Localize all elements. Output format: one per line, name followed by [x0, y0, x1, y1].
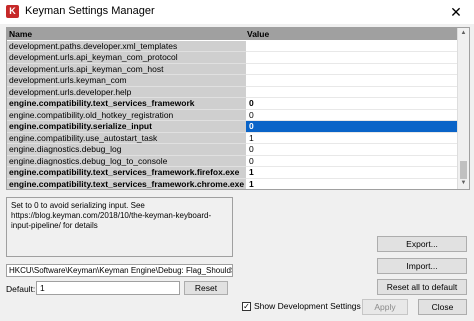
setting-value[interactable]: 0	[245, 109, 457, 121]
title-bar: K Keyman Settings Manager ✕	[0, 0, 474, 24]
grid-row[interactable]: engine.diagnostics.debug_log_to_console 0	[7, 155, 457, 167]
registry-path-field[interactable]: HKCU\Software\Keyman\Keyman Engine\Debug…	[6, 264, 233, 277]
setting-name[interactable]: development.urls.api_keyman_com_host	[7, 63, 245, 75]
setting-value[interactable]: 1	[245, 167, 457, 179]
setting-name[interactable]: engine.compatibility.old_hotkey_registra…	[7, 109, 245, 121]
grid-scrollbar[interactable]: ▲ ▼	[457, 28, 469, 189]
setting-value[interactable]	[245, 86, 457, 98]
grid-row[interactable]: engine.diagnostics.debug_log 0	[7, 144, 457, 156]
apply-button[interactable]: Apply	[362, 299, 408, 315]
grid-row[interactable]: engine.compatibility.serialize_input 0	[7, 121, 457, 133]
grid-row[interactable]: engine.compatibility.text_services_frame…	[7, 98, 457, 110]
grid-row[interactable]: engine.compatibility.text_services_frame…	[7, 167, 457, 179]
setting-name[interactable]: development.urls.keyman_com	[7, 75, 245, 87]
setting-value[interactable]	[245, 63, 457, 75]
window-title: Keyman Settings Manager	[25, 5, 155, 17]
grid-row[interactable]: development.urls.keyman_com	[7, 75, 457, 87]
show-development-checkbox[interactable]: ✓	[242, 302, 251, 311]
grid-row[interactable]: engine.compatibility.text_services_frame…	[7, 178, 457, 189]
setting-value[interactable]: 0	[245, 155, 457, 167]
setting-name[interactable]: engine.diagnostics.debug_log	[7, 144, 245, 156]
setting-value[interactable]: 1	[245, 132, 457, 144]
export-button[interactable]: Export...	[377, 236, 467, 252]
setting-value[interactable]: 0	[245, 144, 457, 156]
setting-name[interactable]: engine.compatibility.serialize_input	[7, 121, 245, 133]
setting-name[interactable]: engine.compatibility.use_autostart_task	[7, 132, 245, 144]
default-value-field[interactable]: 1	[36, 281, 180, 295]
column-header-name[interactable]: Name	[9, 29, 32, 39]
setting-value[interactable]: 0	[245, 98, 457, 110]
setting-name[interactable]: engine.compatibility.text_services_frame…	[7, 167, 245, 179]
reset-all-button[interactable]: Reset all to default	[377, 279, 467, 295]
reset-button[interactable]: Reset	[184, 281, 228, 295]
scroll-up-icon[interactable]: ▲	[458, 28, 469, 39]
grid-row[interactable]: engine.compatibility.old_hotkey_registra…	[7, 109, 457, 121]
setting-description: Set to 0 to avoid serializing input. See…	[6, 197, 233, 257]
setting-name[interactable]: development.urls.api_keyman_com_protocol	[7, 52, 245, 64]
setting-name[interactable]: engine.diagnostics.debug_log_to_console	[7, 155, 245, 167]
show-development-label: Show Development Settings	[254, 301, 361, 311]
close-window-icon[interactable]: ✕	[438, 0, 474, 24]
keyman-icon: K	[6, 5, 19, 18]
grid-header: Name Value	[7, 28, 457, 40]
grid-row[interactable]: development.urls.api_keyman_com_host	[7, 63, 457, 75]
setting-value[interactable]	[245, 40, 457, 52]
scrollbar-thumb[interactable]	[460, 161, 467, 179]
setting-name[interactable]: development.paths.developer.xml_template…	[7, 40, 245, 52]
import-button[interactable]: Import...	[377, 258, 467, 274]
setting-name[interactable]: engine.compatibility.text_services_frame…	[7, 98, 245, 110]
grid-row[interactable]: development.urls.api_keyman_com_protocol	[7, 52, 457, 64]
scroll-down-icon[interactable]: ▼	[458, 178, 469, 189]
setting-value[interactable]	[245, 75, 457, 87]
setting-value[interactable]: 0	[245, 121, 457, 133]
setting-value[interactable]: 1	[245, 178, 457, 189]
grid-row[interactable]: development.urls.developer.help	[7, 86, 457, 98]
setting-value[interactable]	[245, 52, 457, 64]
grid-row[interactable]: engine.compatibility.use_autostart_task 1	[7, 132, 457, 144]
default-label: Default:	[6, 284, 36, 294]
settings-grid[interactable]: Name Value development.paths.developer.x…	[6, 27, 470, 190]
setting-name[interactable]: engine.compatibility.text_services_frame…	[7, 178, 245, 189]
setting-name[interactable]: development.urls.developer.help	[7, 86, 245, 98]
close-button[interactable]: Close	[418, 299, 467, 315]
column-header-value[interactable]: Value	[247, 29, 269, 39]
grid-row[interactable]: development.paths.developer.xml_template…	[7, 40, 457, 52]
